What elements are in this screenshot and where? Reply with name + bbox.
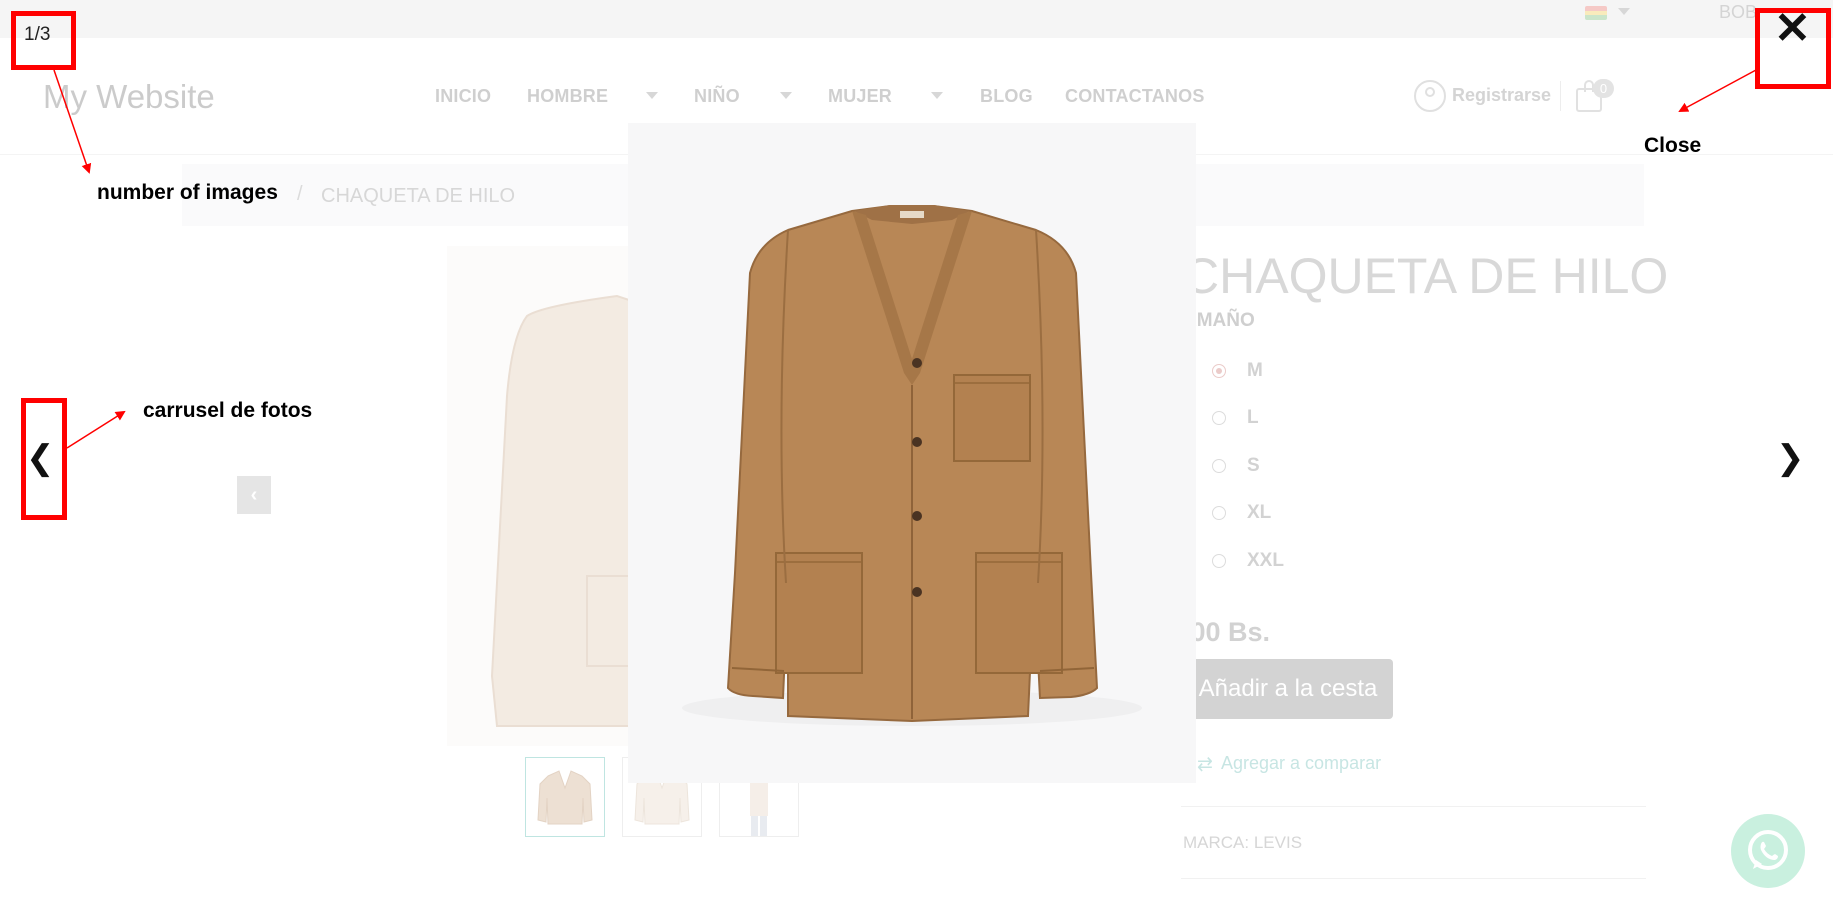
arrow-counter (53, 69, 92, 174)
arrow-close (1678, 69, 1757, 112)
annotation-counter-label: number of images (97, 181, 278, 204)
annotation-carousel-label: carrusel de fotos (143, 399, 313, 422)
arrow-carousel (66, 410, 126, 449)
annotation-arrows (53, 69, 1757, 449)
annotation-close-label: Close (1644, 134, 1702, 157)
